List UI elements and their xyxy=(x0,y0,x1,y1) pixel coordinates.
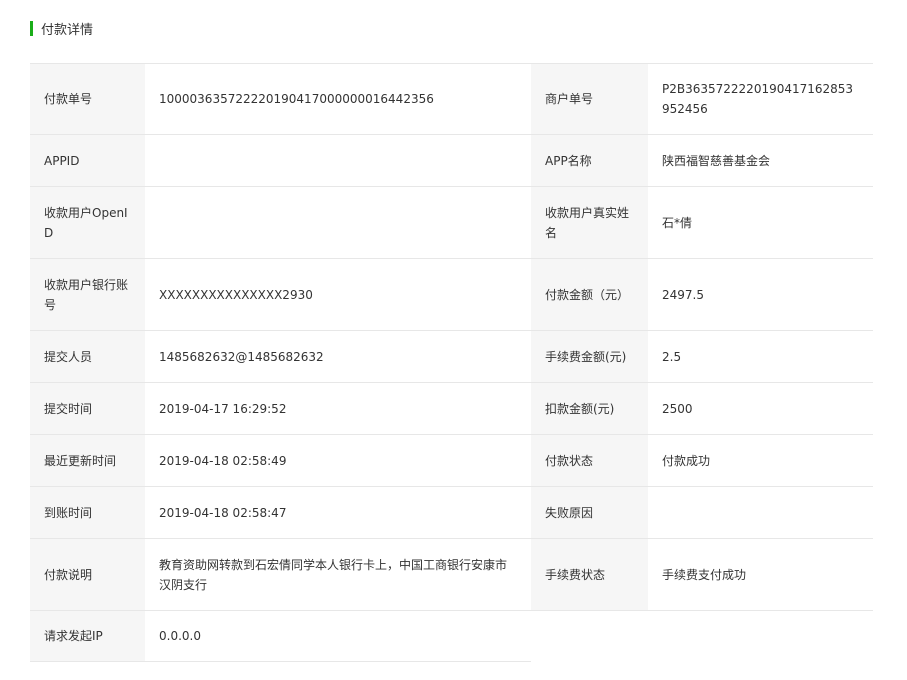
field-label: 收款用户银行账号 xyxy=(30,259,145,330)
field-label: 付款说明 xyxy=(30,539,145,610)
field-value: 0.0.0.0 xyxy=(145,611,531,661)
table-row: APPID APP名称 陕西福智慈善基金会 xyxy=(30,135,873,187)
field-label: 付款金额（元） xyxy=(531,259,648,330)
table-row: 最近更新时间 2019-04-18 02:58:49 付款状态 付款成功 xyxy=(30,435,873,487)
table-row: 付款说明 教育资助网转款到石宏倩同学本人银行卡上，中国工商银行安康市汉阴支行 手… xyxy=(30,539,873,611)
field-label: 手续费状态 xyxy=(531,539,648,610)
field-label: APP名称 xyxy=(531,135,648,186)
field-value xyxy=(145,135,531,186)
field-label: APPID xyxy=(30,135,145,186)
field-label: 商户单号 xyxy=(531,64,648,134)
field-label: 提交时间 xyxy=(30,383,145,434)
field-value: 1485682632@1485682632 xyxy=(145,331,531,382)
field-label: 收款用户OpenID xyxy=(30,187,145,258)
table-row: 付款单号 10000363572222019041700000001644235… xyxy=(30,64,873,135)
field-value: XXXXXXXXXXXXXXX2930 xyxy=(145,259,531,330)
field-value: 2500 xyxy=(648,383,873,434)
field-label: 付款状态 xyxy=(531,435,648,486)
field-value: 2.5 xyxy=(648,331,873,382)
field-value: 2019-04-18 02:58:47 xyxy=(145,487,531,538)
section-title: 付款详情 xyxy=(41,22,94,38)
field-value: 100003635722220190417000000016442356 xyxy=(145,64,531,134)
field-label: 提交人员 xyxy=(30,331,145,382)
field-value: 2497.5 xyxy=(648,259,873,330)
field-label: 请求发起IP xyxy=(30,611,145,661)
field-value: 2019-04-18 02:58:49 xyxy=(145,435,531,486)
table-row: 提交时间 2019-04-17 16:29:52 扣款金额(元) 2500 xyxy=(30,383,873,435)
table-row: 提交人员 1485682632@1485682632 手续费金额(元) 2.5 xyxy=(30,331,873,383)
field-value: 陕西福智慈善基金会 xyxy=(648,135,873,186)
table-row: 请求发起IP 0.0.0.0 xyxy=(30,611,873,662)
section-header: 付款详情 xyxy=(30,19,94,38)
table-row: 到账时间 2019-04-18 02:58:47 失败原因 xyxy=(30,487,873,539)
field-value: P2B3635722220190417162853952456 xyxy=(648,64,873,134)
table-row: 收款用户OpenID 收款用户真实姓名 石*倩 xyxy=(30,187,873,259)
field-label: 手续费金额(元) xyxy=(531,331,648,382)
field-value: 石*倩 xyxy=(648,187,873,258)
field-value: 付款成功 xyxy=(648,435,873,486)
field-value xyxy=(648,487,873,538)
title-accent-bar xyxy=(30,20,33,36)
field-value: 手续费支付成功 xyxy=(648,539,873,610)
field-value: 教育资助网转款到石宏倩同学本人银行卡上，中国工商银行安康市汉阴支行 xyxy=(145,539,531,610)
field-value: 2019-04-17 16:29:52 xyxy=(145,383,531,434)
payment-details-table: 付款单号 10000363572222019041700000001644235… xyxy=(30,63,873,662)
field-label: 失败原因 xyxy=(531,487,648,538)
table-row: 收款用户银行账号 XXXXXXXXXXXXXXX2930 付款金额（元） 249… xyxy=(30,259,873,331)
field-label: 最近更新时间 xyxy=(30,435,145,486)
field-label: 扣款金额(元) xyxy=(531,383,648,434)
field-label: 收款用户真实姓名 xyxy=(531,187,648,258)
field-label: 到账时间 xyxy=(30,487,145,538)
field-label: 付款单号 xyxy=(30,64,145,134)
field-value xyxy=(145,187,531,258)
